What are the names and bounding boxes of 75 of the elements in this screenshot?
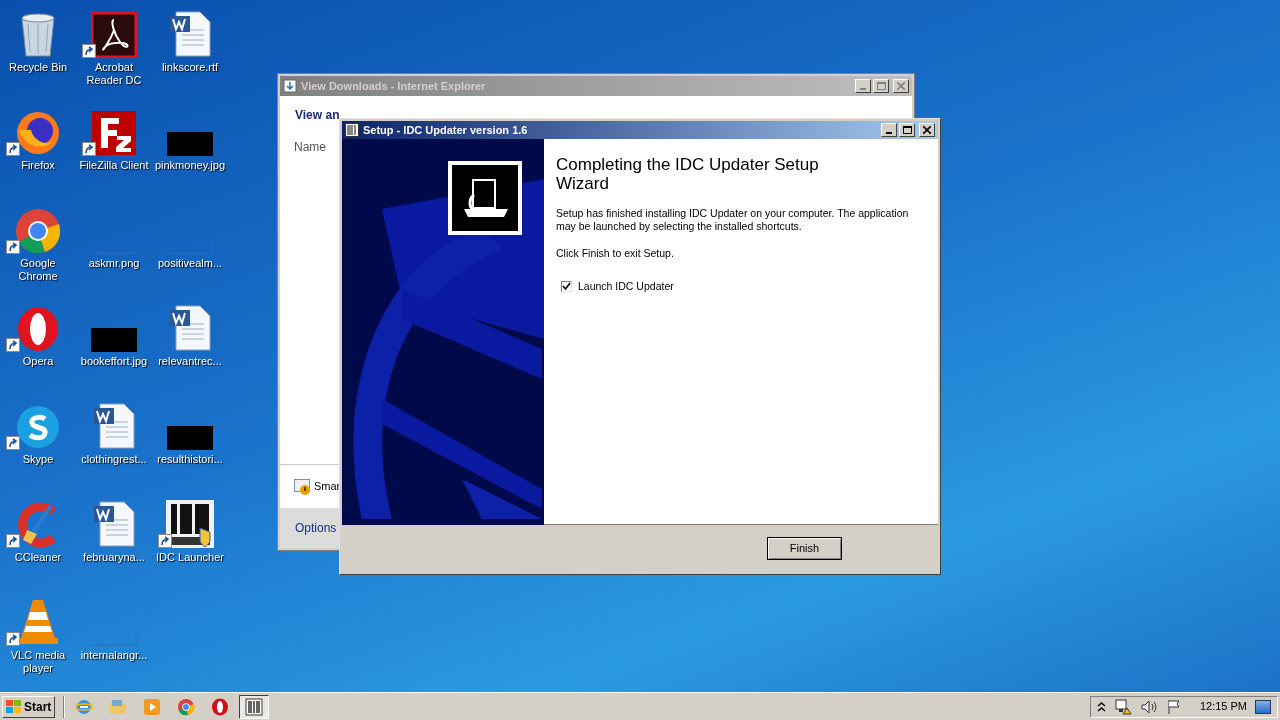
close-icon — [923, 126, 931, 134]
desktop-icon-label[interactable]: februaryna... — [76, 551, 152, 564]
chrome-icon — [177, 697, 196, 716]
opera-icon — [211, 697, 230, 716]
installer-icon — [452, 165, 518, 231]
desktop-icon-label[interactable]: Skype — [0, 453, 76, 466]
image-thumbnail-icon — [91, 328, 137, 352]
desktop-icon-label[interactable]: linkscore.rtf — [152, 61, 228, 74]
image-thumbnail-icon — [167, 426, 213, 450]
desktop-icon-label[interactable]: VLC media player — [0, 649, 76, 675]
finish-button[interactable]: Finish — [767, 537, 842, 560]
close-button[interactable] — [919, 123, 935, 137]
page-heading: View an — [295, 107, 340, 124]
document-icon — [168, 10, 212, 58]
desktop-icon-label[interactable]: FileZilla Client — [76, 159, 152, 172]
minimize-button[interactable] — [855, 79, 871, 93]
chrome-icon — [15, 208, 61, 254]
shield-warning-icon — [294, 478, 311, 495]
desktop-icon-label[interactable]: positivealm... — [152, 257, 228, 270]
idc-logo-icon — [166, 500, 214, 548]
acrobat-icon — [91, 12, 137, 58]
desktop-icon-label[interactable]: Acrobat Reader DC — [76, 61, 152, 87]
clock[interactable]: 12:15 PM — [1199, 698, 1247, 715]
chevron-up-icon[interactable] — [1096, 701, 1106, 712]
recycle-bin-icon — [18, 12, 58, 58]
play-icon — [143, 697, 162, 716]
skype-icon — [15, 404, 61, 450]
window-title: View Downloads - Internet Explorer — [301, 78, 487, 94]
desktop-icon-label[interactable]: IDC Launcher — [152, 551, 228, 564]
opera-icon — [15, 306, 61, 352]
barcode-window-icon — [345, 123, 359, 137]
maximize-button[interactable] — [873, 79, 889, 93]
wizard-description: Setup has finished installing IDC Updater on your computer. The application may be launched by selecting the installed shortcuts. — [556, 207, 910, 233]
checkbox-label: Launch IDC Updater — [578, 278, 674, 294]
network-icon[interactable] — [1113, 698, 1132, 715]
desktop-icon-label[interactable]: Opera — [0, 355, 76, 368]
barcode-window-icon — [245, 697, 264, 716]
launch-checkbox[interactable] — [561, 281, 572, 293]
firefox-icon — [15, 110, 61, 156]
window-title: Setup - IDC Updater version 1.6 — [363, 122, 529, 138]
maximize-icon — [876, 82, 886, 90]
checkmark-icon — [562, 282, 571, 292]
maximize-icon — [902, 126, 912, 134]
desktop-icon-label[interactable]: Google Chrome — [0, 257, 76, 283]
wizard-heading: Completing the IDC Updater Setup Wizard — [556, 155, 820, 193]
taskbar-button[interactable] — [239, 694, 270, 719]
image-thumbnail-icon — [167, 132, 213, 156]
start-button[interactable]: Start — [2, 695, 56, 718]
desktop-icon-label[interactable]: internalangr... — [76, 649, 152, 662]
filezilla-icon — [91, 110, 137, 156]
options-link[interactable]: Options — [295, 519, 337, 537]
desktop-icon-label[interactable]: bookeffort.jpg — [76, 355, 152, 368]
speaker-icon[interactable] — [1139, 698, 1158, 715]
desktop-icon-label[interactable]: pinkmoney.jpg — [152, 159, 228, 172]
show-desktop-button[interactable] — [1255, 699, 1271, 714]
desktop-icon-label[interactable]: CCleaner — [0, 551, 76, 564]
document-icon — [92, 500, 136, 548]
desktop-icon-label[interactable]: relevantrec... — [152, 355, 228, 368]
smartscreen-item[interactable]: Smar — [314, 478, 341, 495]
desktop-icon-label[interactable]: Firefox — [0, 159, 76, 172]
desktop-icon-label[interactable]: resulthistori... — [152, 453, 228, 466]
flag-icon[interactable] — [1165, 698, 1182, 715]
windows-logo-icon — [6, 699, 22, 714]
close-icon — [897, 82, 905, 90]
maximize-button[interactable] — [899, 123, 915, 137]
desktop-icon-label[interactable]: clothingrest... — [76, 453, 152, 466]
document-icon — [168, 304, 212, 352]
desktop-icon-label[interactable]: Recycle Bin — [0, 61, 76, 74]
minimize-button[interactable] — [881, 123, 897, 137]
close-button[interactable] — [893, 79, 909, 93]
wizard-instruction: Click Finish to exit Setup. — [556, 246, 675, 261]
column-header[interactable]: Name — [294, 140, 326, 154]
desktop-icon-label[interactable]: askmr.png — [76, 257, 152, 270]
folder-icon — [109, 697, 128, 716]
document-icon — [92, 402, 136, 450]
